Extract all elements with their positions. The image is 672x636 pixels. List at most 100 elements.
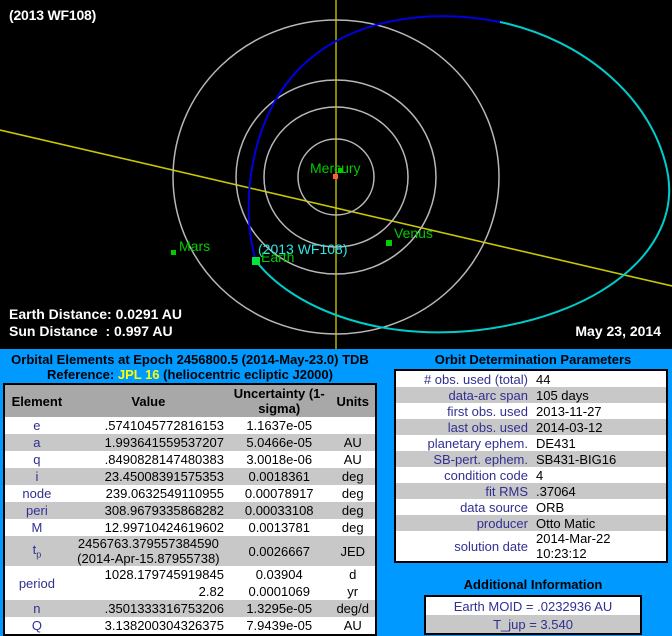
orbit-determination-section: Orbit Determination Parameters # obs. us…: [394, 349, 672, 635]
row-uncertainty: 0.0018361: [227, 468, 331, 485]
earth-moid-value: Earth MOID = .0232936 AU: [425, 596, 641, 615]
orbit-diagram[interactable]: (2013 WF108) Mercury Venus Mars Earth (2…: [0, 0, 672, 349]
header-units: Units: [330, 384, 376, 417]
row-value: 1.993641559537207: [68, 434, 228, 451]
viewer-object-title: (2013 WF108): [9, 7, 97, 23]
object-orbit-above-plane: [247, 15, 501, 262]
mars-marker: [171, 250, 176, 255]
row-element: q: [4, 451, 69, 468]
earth-distance-text: Earth Distance: 0.0291 AU: [9, 306, 182, 322]
table-row: first obs. used 2013-11-27: [395, 403, 667, 419]
table-row: data-arc span 105 days: [395, 387, 667, 403]
row-key: SB-pert. ephem.: [395, 451, 532, 467]
reference-suffix: (heliocentric ecliptic J2000): [163, 367, 333, 382]
venus-marker: [386, 240, 392, 246]
row-value: 239.0632549110955: [68, 485, 228, 502]
row-key: data source: [395, 499, 532, 515]
row-value: 2456763.379557384590 (2014-Apr-15.879557…: [68, 536, 228, 566]
tp-subscript: p: [36, 549, 42, 560]
distance-readout: Earth Distance: 0.0291 AU Sun Distance : …: [9, 306, 182, 340]
row-units: deg: [330, 485, 376, 502]
row-value: 105 days: [532, 387, 667, 403]
row-value: ORB: [532, 499, 667, 515]
row-uncertainty: 0.0013781: [227, 519, 331, 536]
table-row: e .5741045772816153 1.1637e-05: [4, 417, 376, 434]
orbital-elements-section: Orbital Elements at Epoch 2456800.5 (201…: [0, 349, 380, 636]
row-uncertainty: 0.03904: [227, 566, 331, 583]
row-units: [330, 417, 376, 434]
row-units: JED: [330, 536, 376, 566]
table-row: a 1.993641559537207 5.0466e-05 AU: [4, 434, 376, 451]
table-row: node 239.0632549110955 0.00078917 deg: [4, 485, 376, 502]
table-row: SB-pert. ephem. SB431-BIG16: [395, 451, 667, 467]
row-element: tp: [4, 536, 69, 566]
table-row: M 12.99710424619602 0.0013781 deg: [4, 519, 376, 536]
row-key: data-arc span: [395, 387, 532, 403]
row-units: AU: [330, 434, 376, 451]
determination-title: Orbit Determination Parameters: [434, 352, 632, 367]
table-row: fit RMS .37064: [395, 483, 667, 499]
row-value: .5741045772816153: [68, 417, 228, 434]
table-row: Earth MOID = .0232936 AU: [425, 596, 641, 615]
row-value: DE431: [532, 435, 667, 451]
row-key: fit RMS: [395, 483, 532, 499]
row-uncertainty: 1.1637e-05: [227, 417, 331, 434]
table-row: n .3501333316753206 1.3295e-05 deg/d: [4, 600, 376, 617]
row-value: 23.45008391575353: [68, 468, 228, 485]
row-uncertainty: 1.3295e-05: [227, 600, 331, 617]
header-uncertainty: Uncertainty (1-sigma): [227, 384, 331, 417]
orbit-viewer-page: (2013 WF108) Mercury Venus Mars Earth (2…: [0, 0, 672, 636]
table-row: q .8490828147480383 3.0018e-06 AU: [4, 451, 376, 468]
row-uncertainty: 0.0026667: [227, 536, 331, 566]
venus-label: Venus: [394, 225, 433, 241]
row-units: AU: [330, 451, 376, 468]
table-row-tp: tp 2456763.379557384590 (2014-Apr-15.879…: [4, 536, 376, 566]
row-key: last obs. used: [395, 419, 532, 435]
row-value: SB431-BIG16: [532, 451, 667, 467]
reference-link[interactable]: JPL 16: [118, 367, 160, 382]
row-element: peri: [4, 502, 69, 519]
row-value: .8490828147480383: [68, 451, 228, 468]
row-units: yr: [330, 583, 376, 600]
row-key: solution date: [395, 531, 532, 562]
tp-calendar: (2014-Apr-15.87955738): [77, 551, 220, 566]
row-element: i: [4, 468, 69, 485]
row-key: planetary ephem.: [395, 435, 532, 451]
mercury-label: Mercury: [310, 160, 361, 176]
row-units: deg: [330, 519, 376, 536]
row-value: 44: [532, 370, 667, 387]
row-element: node: [4, 485, 69, 502]
row-key: first obs. used: [395, 403, 532, 419]
header-value: Value: [68, 384, 228, 417]
row-value: 308.9679335868282: [68, 502, 228, 519]
row-value: 1028.179745919845: [68, 566, 228, 583]
row-element: M: [4, 519, 69, 536]
additional-information-title: Additional Information: [463, 577, 603, 592]
tisserand-value: T_jup = 3.540: [425, 615, 641, 634]
row-value: 2.82: [68, 583, 228, 600]
elements-reference: Reference: JPL 16 (heliocentric ecliptic…: [0, 367, 380, 383]
row-value: Otto Matic: [532, 515, 667, 531]
row-value: .37064: [532, 483, 667, 499]
table-row: planetary ephem. DE431: [395, 435, 667, 451]
viewer-date: May 23, 2014: [575, 323, 661, 339]
row-uncertainty: 0.00033108: [227, 502, 331, 519]
object-label: (2013 WF108): [258, 241, 348, 257]
row-units: deg/d: [330, 600, 376, 617]
row-value: 4: [532, 467, 667, 483]
table-row: data source ORB: [395, 499, 667, 515]
table-row: T_jup = 3.540: [425, 615, 641, 634]
row-value: 2014-Mar-22 10:23:12: [532, 531, 667, 562]
row-value: 2013-11-27: [532, 403, 667, 419]
elements-header-row: Element Value Uncertainty (1-sigma) Unit…: [4, 384, 376, 417]
elements-title: Orbital Elements at Epoch 2456800.5 (201…: [11, 352, 369, 367]
orbital-elements-table: Element Value Uncertainty (1-sigma) Unit…: [3, 383, 377, 636]
table-row: producer Otto Matic: [395, 515, 667, 531]
row-element: a: [4, 434, 69, 451]
row-value: .3501333316753206: [68, 600, 228, 617]
row-units: d: [330, 566, 376, 583]
mars-label: Mars: [179, 238, 211, 254]
row-units: deg: [330, 502, 376, 519]
table-row: # obs. used (total) 44: [395, 370, 667, 387]
additional-information-table: Earth MOID = .0232936 AU T_jup = 3.540: [424, 595, 642, 635]
